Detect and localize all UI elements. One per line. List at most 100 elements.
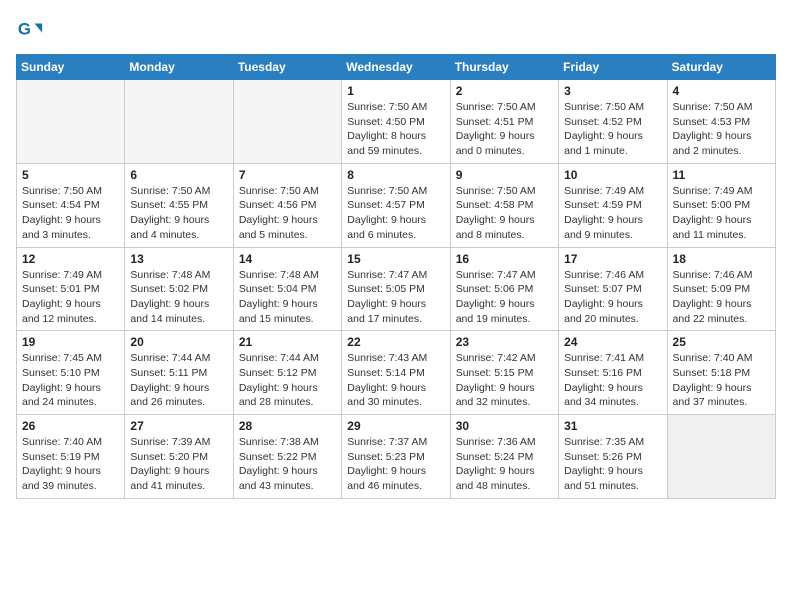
calendar-week-row: 19Sunrise: 7:45 AM Sunset: 5:10 PM Dayli… xyxy=(17,331,776,415)
calendar-day-cell xyxy=(17,80,125,164)
calendar-day-cell: 8 Sunrise: 7:50 AM Sunset: 4:57 PM Daylig… xyxy=(342,163,450,247)
day-number: 25 xyxy=(673,335,770,349)
calendar-day-cell: 16 Sunrise: 7:47 AM Sunset: 5:06 PM Dayli… xyxy=(450,247,558,331)
day-info: Sunrise: 7:36 AM Sunset: 5:24 PM Dayligh… xyxy=(456,435,553,494)
day-info: Sunrise: 7:50 AM Sunset: 4:52 PM Dayligh… xyxy=(564,100,661,159)
day-info: Sunrise: 7:44 AM Sunset: 5:12 PM Dayligh… xyxy=(239,351,336,410)
day-number: 30 xyxy=(456,419,553,433)
day-number: 17 xyxy=(564,252,661,266)
calendar-day-cell: 20Sunrise: 7:44 AM Sunset: 5:11 PM Dayli… xyxy=(125,331,233,415)
calendar-table: SundayMondayTuesdayWednesdayThursdayFrid… xyxy=(16,54,776,499)
day-number: 24 xyxy=(564,335,661,349)
day-info: Sunrise: 7:49 AM Sunset: 5:01 PM Dayligh… xyxy=(22,268,119,327)
calendar-day-cell: 11Sunrise: 7:49 AM Sunset: 5:00 PM Dayli… xyxy=(667,163,775,247)
calendar-day-cell: 30 Sunrise: 7:36 AM Sunset: 5:24 PM Dayli… xyxy=(450,415,558,499)
calendar-day-cell: 5Sunrise: 7:50 AM Sunset: 4:54 PM Daylig… xyxy=(17,163,125,247)
calendar-day-cell: 7 Sunrise: 7:50 AM Sunset: 4:56 PM Daylig… xyxy=(233,163,341,247)
logo-icon: G xyxy=(16,16,44,44)
day-number: 21 xyxy=(239,335,336,349)
calendar-week-row: 12Sunrise: 7:49 AM Sunset: 5:01 PM Dayli… xyxy=(17,247,776,331)
day-number: 8 xyxy=(347,168,444,182)
calendar-day-cell: 31Sunrise: 7:35 AM Sunset: 5:26 PM Dayli… xyxy=(559,415,667,499)
calendar-week-row: 1 Sunrise: 7:50 AM Sunset: 4:50 PM Daylig… xyxy=(17,80,776,164)
calendar-day-cell: 9 Sunrise: 7:50 AM Sunset: 4:58 PM Daylig… xyxy=(450,163,558,247)
day-number: 27 xyxy=(130,419,227,433)
calendar-day-cell: 29 Sunrise: 7:37 AM Sunset: 5:23 PM Dayli… xyxy=(342,415,450,499)
calendar-header-row: SundayMondayTuesdayWednesdayThursdayFrid… xyxy=(17,55,776,80)
calendar-day-cell: 4 Sunrise: 7:50 AM Sunset: 4:53 PM Daylig… xyxy=(667,80,775,164)
day-of-week-header: Tuesday xyxy=(233,55,341,80)
calendar-day-cell: 23 Sunrise: 7:42 AM Sunset: 5:15 PM Dayli… xyxy=(450,331,558,415)
calendar-day-cell: 26 Sunrise: 7:40 AM Sunset: 5:19 PM Dayli… xyxy=(17,415,125,499)
calendar-day-cell: 10 Sunrise: 7:49 AM Sunset: 4:59 PM Dayli… xyxy=(559,163,667,247)
calendar-day-cell: 13 Sunrise: 7:48 AM Sunset: 5:02 PM Dayli… xyxy=(125,247,233,331)
calendar-day-cell: 19Sunrise: 7:45 AM Sunset: 5:10 PM Dayli… xyxy=(17,331,125,415)
day-info: Sunrise: 7:47 AM Sunset: 5:06 PM Dayligh… xyxy=(456,268,553,327)
day-number: 10 xyxy=(564,168,661,182)
calendar-day-cell: 18 Sunrise: 7:46 AM Sunset: 5:09 PM Dayli… xyxy=(667,247,775,331)
logo: G xyxy=(16,16,48,44)
day-info: Sunrise: 7:42 AM Sunset: 5:15 PM Dayligh… xyxy=(456,351,553,410)
day-info: Sunrise: 7:50 AM Sunset: 4:58 PM Dayligh… xyxy=(456,184,553,243)
day-of-week-header: Wednesday xyxy=(342,55,450,80)
day-info: Sunrise: 7:50 AM Sunset: 4:50 PM Dayligh… xyxy=(347,100,444,159)
day-info: Sunrise: 7:49 AM Sunset: 4:59 PM Dayligh… xyxy=(564,184,661,243)
day-number: 16 xyxy=(456,252,553,266)
svg-text:G: G xyxy=(18,20,31,39)
day-info: Sunrise: 7:46 AM Sunset: 5:09 PM Dayligh… xyxy=(673,268,770,327)
day-of-week-header: Friday xyxy=(559,55,667,80)
day-number: 3 xyxy=(564,84,661,98)
day-info: Sunrise: 7:47 AM Sunset: 5:05 PM Dayligh… xyxy=(347,268,444,327)
day-of-week-header: Sunday xyxy=(17,55,125,80)
calendar-day-cell xyxy=(125,80,233,164)
day-info: Sunrise: 7:44 AM Sunset: 5:11 PM Dayligh… xyxy=(130,351,227,410)
day-number: 26 xyxy=(22,419,119,433)
day-of-week-header: Saturday xyxy=(667,55,775,80)
day-info: Sunrise: 7:40 AM Sunset: 5:19 PM Dayligh… xyxy=(22,435,119,494)
day-info: Sunrise: 7:35 AM Sunset: 5:26 PM Dayligh… xyxy=(564,435,661,494)
day-info: Sunrise: 7:37 AM Sunset: 5:23 PM Dayligh… xyxy=(347,435,444,494)
day-info: Sunrise: 7:50 AM Sunset: 4:57 PM Dayligh… xyxy=(347,184,444,243)
day-number: 1 xyxy=(347,84,444,98)
day-info: Sunrise: 7:49 AM Sunset: 5:00 PM Dayligh… xyxy=(673,184,770,243)
day-number: 9 xyxy=(456,168,553,182)
calendar-week-row: 26 Sunrise: 7:40 AM Sunset: 5:19 PM Dayli… xyxy=(17,415,776,499)
calendar-day-cell: 25Sunrise: 7:40 AM Sunset: 5:18 PM Dayli… xyxy=(667,331,775,415)
day-info: Sunrise: 7:41 AM Sunset: 5:16 PM Dayligh… xyxy=(564,351,661,410)
day-number: 28 xyxy=(239,419,336,433)
calendar-day-cell xyxy=(233,80,341,164)
day-info: Sunrise: 7:50 AM Sunset: 4:56 PM Dayligh… xyxy=(239,184,336,243)
day-number: 6 xyxy=(130,168,227,182)
calendar-day-cell: 14 Sunrise: 7:48 AM Sunset: 5:04 PM Dayli… xyxy=(233,247,341,331)
calendar-day-cell: 1 Sunrise: 7:50 AM Sunset: 4:50 PM Daylig… xyxy=(342,80,450,164)
day-info: Sunrise: 7:39 AM Sunset: 5:20 PM Dayligh… xyxy=(130,435,227,494)
calendar-day-cell: 22Sunrise: 7:43 AM Sunset: 5:14 PM Dayli… xyxy=(342,331,450,415)
calendar-day-cell: 17Sunrise: 7:46 AM Sunset: 5:07 PM Dayli… xyxy=(559,247,667,331)
calendar-day-cell: 24 Sunrise: 7:41 AM Sunset: 5:16 PM Dayli… xyxy=(559,331,667,415)
calendar-day-cell: 28 Sunrise: 7:38 AM Sunset: 5:22 PM Dayli… xyxy=(233,415,341,499)
day-info: Sunrise: 7:50 AM Sunset: 4:54 PM Dayligh… xyxy=(22,184,119,243)
calendar-day-cell: 27 Sunrise: 7:39 AM Sunset: 5:20 PM Dayli… xyxy=(125,415,233,499)
day-number: 23 xyxy=(456,335,553,349)
day-number: 7 xyxy=(239,168,336,182)
day-number: 18 xyxy=(673,252,770,266)
day-number: 14 xyxy=(239,252,336,266)
calendar-day-cell: 3 Sunrise: 7:50 AM Sunset: 4:52 PM Daylig… xyxy=(559,80,667,164)
calendar-day-cell xyxy=(667,415,775,499)
day-number: 19 xyxy=(22,335,119,349)
day-number: 4 xyxy=(673,84,770,98)
day-info: Sunrise: 7:50 AM Sunset: 4:55 PM Dayligh… xyxy=(130,184,227,243)
day-number: 22 xyxy=(347,335,444,349)
day-info: Sunrise: 7:38 AM Sunset: 5:22 PM Dayligh… xyxy=(239,435,336,494)
calendar-day-cell: 12Sunrise: 7:49 AM Sunset: 5:01 PM Dayli… xyxy=(17,247,125,331)
day-of-week-header: Monday xyxy=(125,55,233,80)
day-number: 13 xyxy=(130,252,227,266)
day-info: Sunrise: 7:48 AM Sunset: 5:04 PM Dayligh… xyxy=(239,268,336,327)
day-number: 2 xyxy=(456,84,553,98)
day-info: Sunrise: 7:48 AM Sunset: 5:02 PM Dayligh… xyxy=(130,268,227,327)
day-info: Sunrise: 7:50 AM Sunset: 4:53 PM Dayligh… xyxy=(673,100,770,159)
page-header: G xyxy=(16,16,776,44)
day-number: 29 xyxy=(347,419,444,433)
calendar-day-cell: 6 Sunrise: 7:50 AM Sunset: 4:55 PM Daylig… xyxy=(125,163,233,247)
calendar-day-cell: 15Sunrise: 7:47 AM Sunset: 5:05 PM Dayli… xyxy=(342,247,450,331)
